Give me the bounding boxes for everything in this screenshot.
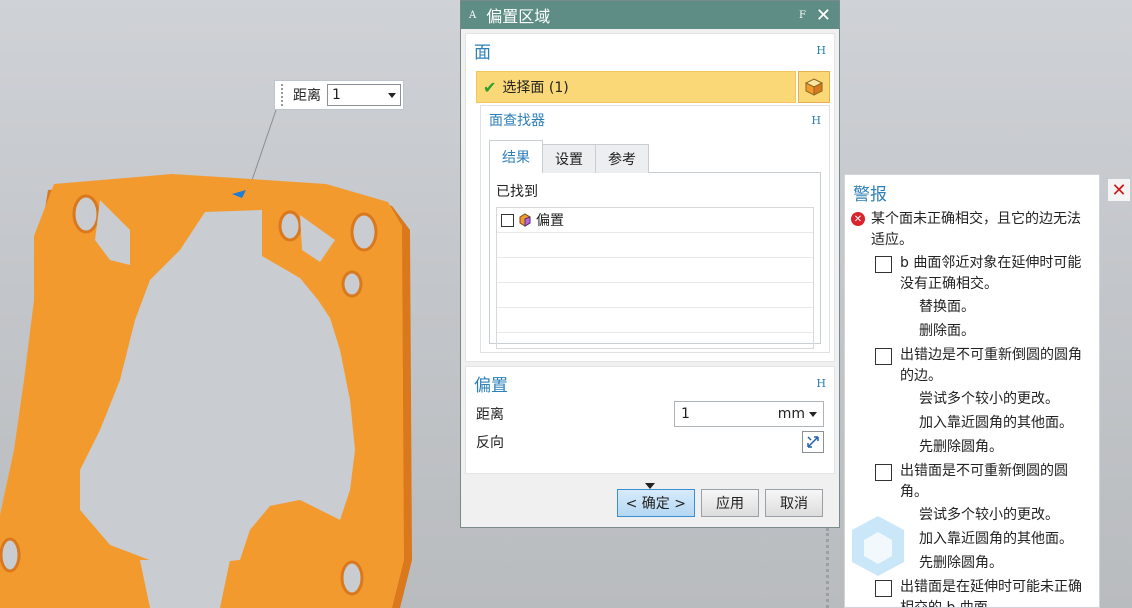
face-selection-cube-button[interactable]	[798, 71, 830, 103]
onscreen-distance-input[interactable]: 1	[327, 84, 401, 106]
leader-line	[249, 109, 277, 187]
found-label: 已找到	[496, 184, 538, 200]
list-item-empty	[497, 258, 813, 283]
alert-issue: 出错面是不可重新倒圆的圆角。	[845, 459, 1099, 503]
select-face-row[interactable]: ✔ 选择面 (1)	[476, 71, 796, 103]
collapse-offset-group[interactable]: H	[816, 377, 826, 390]
collapse-face-finder[interactable]: H	[811, 114, 821, 127]
titlebar-mark-f[interactable]: F	[799, 10, 806, 21]
issue-text: 出错面是在延伸时可能未正确相交的 b 曲面。	[900, 579, 1082, 608]
hole-1	[72, 194, 100, 234]
drag-handle[interactable]	[281, 84, 287, 106]
reverse-direction-button[interactable]	[802, 431, 824, 453]
alert-error-text: 某个面未正确相交，且它的边无法适应。	[871, 211, 1081, 248]
issue-checkbox[interactable]	[875, 348, 892, 365]
distance-input[interactable]: 1 mm	[674, 401, 824, 427]
reverse-label: 反向	[476, 435, 504, 451]
offset-group: 偏置 H 距离 1 mm 反向	[465, 366, 835, 474]
chevron-down-icon[interactable]	[809, 411, 817, 417]
hole-3	[350, 212, 378, 252]
chevron-down-icon[interactable]	[388, 92, 396, 98]
list-item[interactable]: 偏置	[497, 208, 813, 233]
face-feature-icon	[519, 213, 531, 227]
item-label: 偏置	[536, 213, 564, 229]
apply-button[interactable]: 应用	[701, 489, 759, 517]
issue-checkbox[interactable]	[875, 256, 892, 273]
hole-5	[0, 537, 21, 573]
issue-text: 出错面是不可重新倒圆的圆角。	[900, 463, 1068, 500]
checkmark-icon: ✔	[483, 77, 497, 97]
hole-2	[278, 210, 302, 242]
fix-link[interactable]: 加入靠近圆角的其他面。	[845, 411, 1099, 435]
face-group-title: 面	[474, 43, 491, 63]
issue-checkbox[interactable]	[875, 464, 892, 481]
face-finder-title: 面查找器	[489, 113, 545, 129]
hole-6	[340, 560, 364, 596]
select-face-label: 选择面 (1)	[502, 80, 569, 96]
cube-icon	[804, 78, 824, 96]
list-item-empty	[497, 308, 813, 333]
offset-group-title: 偏置	[474, 376, 508, 396]
distance-unit: mm	[777, 406, 805, 422]
onscreen-distance-widget: 距离 1	[274, 80, 404, 110]
found-list[interactable]: 偏置	[496, 207, 814, 349]
issue-text: 出错边是不可重新倒圆的圆角的边。	[900, 347, 1082, 384]
ok-button[interactable]: < 确定 >	[616, 489, 695, 517]
onscreen-distance-value: 1	[332, 87, 341, 103]
dialog-titlebar[interactable]: A 偏置区域 F ✕	[461, 1, 839, 29]
alert-error: ✕ 某个面未正确相交，且它的边无法适应。	[845, 205, 1099, 251]
alert-issue: b 曲面邻近对象在延伸时可能没有正确相交。	[845, 251, 1099, 295]
close-icon[interactable]: ✕	[816, 5, 831, 26]
alert-title: 警报	[853, 185, 887, 205]
distance-label: 距离	[476, 407, 504, 423]
alert-issue: 出错边是不可重新倒圆的圆角的边。	[845, 343, 1099, 387]
part-lower-cutout	[140, 560, 230, 608]
fix-link[interactable]: 删除面。	[845, 319, 1099, 343]
collapse-face-group[interactable]: H	[816, 44, 826, 57]
onscreen-distance-label: 距离	[293, 88, 321, 104]
titlebar-mark: A	[469, 9, 477, 21]
face-group: 面 H ✔ 选择面 (1) 面查找器 H 结果 设置 参考 已找到 偏置	[465, 33, 835, 362]
distance-value: 1	[681, 406, 690, 422]
flip-direction-icon	[807, 436, 819, 448]
fix-link[interactable]: 替换面。	[845, 295, 1099, 319]
offset-region-dialog: A 偏置区域 F ✕ 面 H ✔ 选择面 (1) 面查找器 H 结果 设置 参考…	[460, 0, 840, 528]
tab-reference[interactable]: 参考	[595, 144, 649, 173]
list-item-empty	[497, 233, 813, 258]
list-item-empty	[497, 283, 813, 308]
watermark-cube-logo	[852, 516, 904, 576]
resize-grip[interactable]	[826, 528, 837, 608]
hole-4	[341, 270, 363, 298]
dialog-buttons: < 确定 > 应用 取消	[616, 489, 823, 517]
face-finder-group: 面查找器 H 结果 设置 参考 已找到 偏置	[480, 105, 830, 353]
cancel-button[interactable]: 取消	[765, 489, 823, 517]
issue-text: b 曲面邻近对象在延伸时可能没有正确相交。	[900, 255, 1082, 292]
tab-results[interactable]: 结果	[489, 140, 543, 173]
fix-link[interactable]: 尝试多个较小的更改。	[845, 387, 1099, 411]
fix-link[interactable]: 先删除圆角。	[845, 435, 1099, 459]
results-panel: 已找到 偏置	[489, 172, 821, 349]
alert-close-button[interactable]: ✕	[1107, 178, 1131, 202]
dialog-title: 偏置区域	[486, 7, 551, 26]
finder-tabs: 结果 设置 参考	[489, 140, 821, 173]
tab-settings[interactable]: 设置	[542, 144, 596, 173]
error-icon: ✕	[851, 212, 865, 226]
item-checkbox[interactable]	[501, 213, 514, 227]
